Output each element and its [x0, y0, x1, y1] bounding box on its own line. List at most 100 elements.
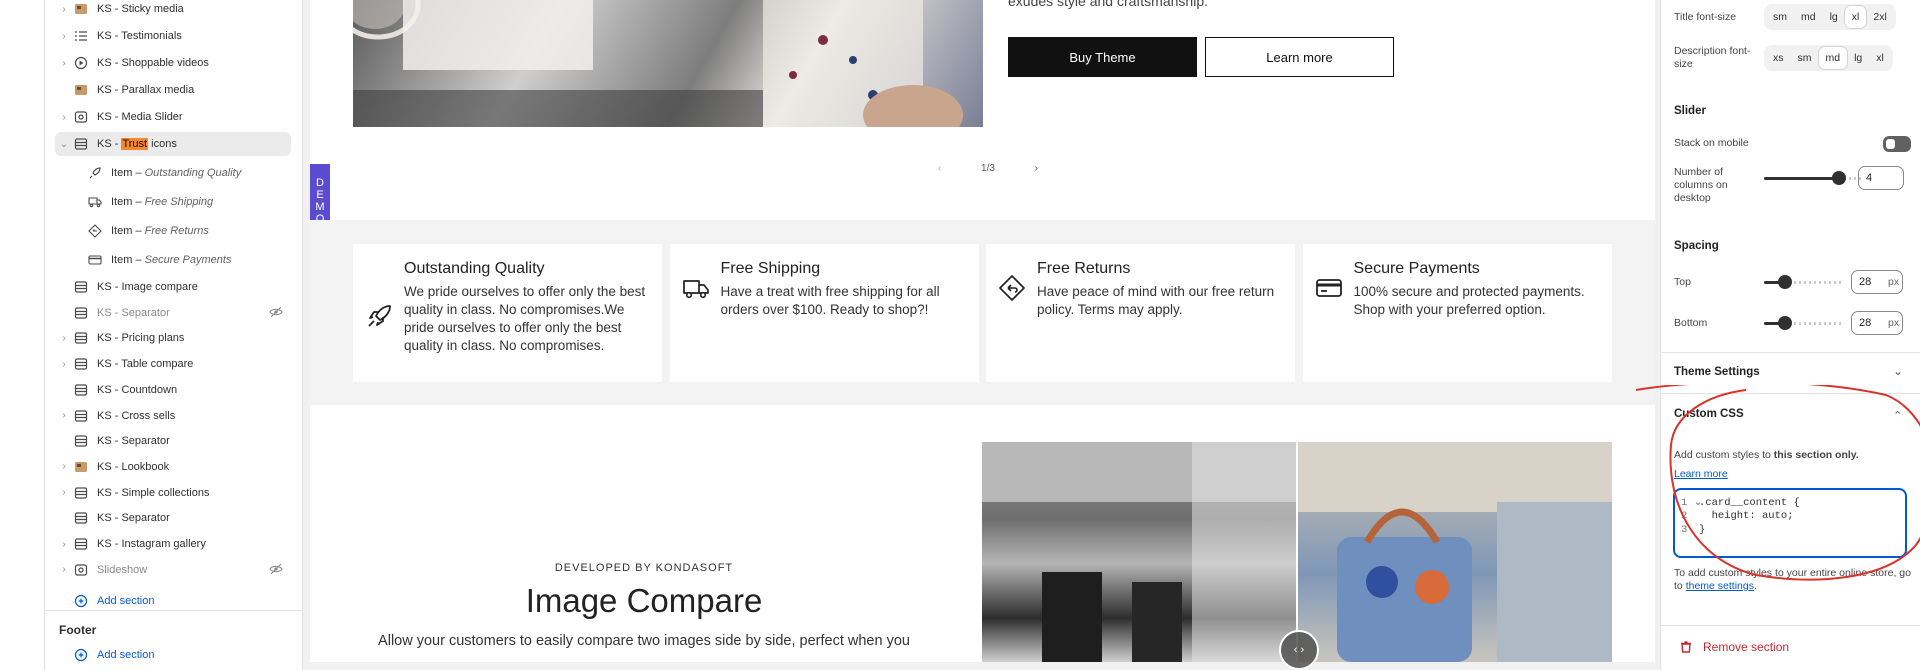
- title-font-size-segmented[interactable]: sm md lg xl 2xl: [1764, 4, 1896, 30]
- font-size-option-2xl[interactable]: 2xl: [1866, 6, 1893, 28]
- learn-more-button[interactable]: Learn more: [1205, 37, 1394, 77]
- prev-arrow-icon[interactable]: ‹: [938, 163, 941, 174]
- chevron-down-icon[interactable]: ⌄: [1893, 364, 1903, 378]
- theme-settings-link[interactable]: theme settings: [1686, 580, 1754, 592]
- font-size-option-sm[interactable]: sm: [1766, 6, 1794, 28]
- bottom-spacing-slider[interactable]: [1764, 316, 1844, 330]
- section-icon: [73, 306, 89, 320]
- columns-input[interactable]: 4: [1858, 166, 1904, 190]
- sidebar-section-item[interactable]: › KS - Testimonials: [55, 24, 291, 48]
- sidebar-section-item[interactable]: KS - Parallax media: [55, 78, 291, 102]
- font-size-option-sm[interactable]: sm: [1791, 47, 1819, 69]
- chevron-right-icon[interactable]: ›: [55, 58, 73, 69]
- sidebar-section-item[interactable]: › KS - Sticky media: [55, 0, 291, 21]
- chevron-right-icon[interactable]: ›: [55, 461, 73, 472]
- stack-on-mobile-label: Stack on mobile: [1674, 137, 1749, 149]
- sidebar-section-item[interactable]: › KS - Media Slider: [55, 105, 291, 129]
- graffiti-wall-shapes: [982, 442, 1297, 662]
- slider-heading: Slider: [1674, 105, 1706, 117]
- trust-card: Outstanding Quality We pride ourselves to…: [353, 244, 662, 382]
- section-label: KS - Cross sells: [97, 409, 176, 422]
- font-size-option-md[interactable]: md: [1818, 47, 1848, 69]
- section-label: KS - Media Slider: [97, 111, 183, 123]
- custom-css-heading[interactable]: Custom CSS: [1674, 408, 1744, 420]
- font-size-option-xl[interactable]: xl: [1869, 47, 1891, 69]
- hidden-eye-icon[interactable]: [269, 563, 283, 575]
- hero-quote: exudes style and craftsmanship.": [1008, 0, 1213, 9]
- add-circle-icon: [73, 594, 89, 608]
- sidebar-block-item[interactable]: Item – Secure Payments: [75, 248, 291, 272]
- sidebar-block-item[interactable]: Item – Free Shipping: [75, 190, 291, 214]
- section-label: KS - Testimonials: [97, 30, 182, 42]
- footer-add-section-label: Add section: [97, 649, 155, 661]
- columns-slider[interactable]: [1764, 171, 1864, 185]
- font-size-option-xl[interactable]: xl: [1844, 6, 1867, 28]
- chevron-right-icon[interactable]: ›: [55, 359, 73, 370]
- font-size-option-md[interactable]: md: [1794, 6, 1823, 28]
- description-font-size-segmented[interactable]: xs sm md lg xl: [1764, 45, 1893, 71]
- sidebar-section-item[interactable]: KS - Countdown: [55, 378, 291, 402]
- section-label: KS - Separator: [97, 435, 170, 448]
- sidebar-section-item[interactable]: › KS - Simple collections: [55, 481, 291, 505]
- sidebar-section-item[interactable]: › KS - Pricing plans: [55, 326, 291, 350]
- section-label: KS - Separator: [97, 306, 170, 319]
- sidebar-section-item[interactable]: › KS - Table compare: [55, 352, 291, 376]
- remove-section-button[interactable]: Remove section: [1679, 640, 1789, 654]
- chevron-right-icon[interactable]: ›: [55, 4, 73, 15]
- hidden-eye-icon[interactable]: [269, 306, 283, 318]
- section-icon: [73, 280, 89, 294]
- code-text-3: }: [1699, 524, 1706, 536]
- chevron-right-icon[interactable]: ›: [55, 31, 73, 42]
- custom-css-editor[interactable]: 1 ⌄.card__content { 2 height: auto; 3}: [1673, 488, 1907, 558]
- font-size-option-xs[interactable]: xs: [1766, 47, 1791, 69]
- sidebar-section-item[interactable]: › KS - Instagram gallery: [55, 532, 291, 556]
- chevron-up-icon[interactable]: ⌃: [1893, 409, 1902, 422]
- image-icon: [73, 460, 89, 474]
- columns-label: Number of columns on desktop: [1674, 166, 1728, 204]
- buy-theme-button[interactable]: Buy Theme: [1008, 37, 1197, 77]
- custom-css-learn-more-link[interactable]: Learn more: [1674, 468, 1728, 481]
- next-arrow-icon[interactable]: ›: [1035, 163, 1038, 174]
- chevron-right-icon[interactable]: ›: [55, 539, 73, 550]
- sidebar-section-item[interactable]: › KS - Cross sells: [55, 404, 291, 428]
- code-line-1: 1 ⌄.card__content {: [1681, 497, 1800, 509]
- section-label: KS - Countdown: [97, 383, 178, 396]
- code-text-1: .card__content {: [1699, 497, 1800, 509]
- compare-drag-handle-icon[interactable]: ‹ ›: [1279, 630, 1319, 670]
- sidebar-section-item[interactable]: KS - Separator: [55, 301, 291, 325]
- card-icon: [87, 253, 103, 267]
- divider: [1661, 393, 1920, 394]
- font-size-option-lg[interactable]: lg: [1823, 6, 1845, 28]
- sidebar-block-item[interactable]: Item – Free Returns: [75, 219, 291, 243]
- sidebar-section-item[interactable]: › KS - Lookbook: [55, 455, 291, 479]
- chevron-right-icon[interactable]: ›: [55, 333, 73, 344]
- font-size-option-lg[interactable]: lg: [1847, 47, 1869, 69]
- section-icon: [73, 137, 89, 151]
- theme-settings-heading[interactable]: Theme Settings: [1674, 366, 1760, 378]
- compare-before-image: [982, 442, 1297, 662]
- chevron-right-icon[interactable]: ›: [55, 487, 73, 498]
- sidebar-block-item[interactable]: Item – Outstanding Quality: [75, 161, 291, 185]
- section-icon: [73, 434, 89, 448]
- footer-add-section-button[interactable]: Add section: [55, 643, 291, 667]
- section-sidebar: › KS - Sticky media › KS - Testimonials › KS …: [45, 0, 303, 670]
- trust-icons-section: Outstanding Quality We pride ourselves to…: [310, 220, 1655, 405]
- top-spacing-unit: px: [1888, 276, 1900, 288]
- sidebar-section-item[interactable]: › KS - Shoppable videos: [55, 51, 291, 75]
- sidebar-section-item[interactable]: KS - Image compare: [55, 275, 291, 299]
- top-spacing-slider[interactable]: [1764, 275, 1844, 289]
- sidebar-section-item[interactable]: KS - Separator: [55, 429, 291, 453]
- compare-divider[interactable]: [1296, 442, 1298, 662]
- sidebar-section-trust-icons[interactable]: ⌄ KS - Trust icons: [55, 132, 291, 156]
- sidebar-section-item[interactable]: › Slideshow: [55, 558, 291, 582]
- chevron-right-icon[interactable]: ›: [55, 410, 73, 421]
- footer-divider: [45, 610, 302, 611]
- chevron-down-icon[interactable]: ⌄: [55, 139, 73, 150]
- sidebar-section-item[interactable]: KS - Separator: [55, 506, 291, 530]
- stack-on-mobile-toggle[interactable]: [1883, 136, 1911, 152]
- divider: [1661, 352, 1920, 353]
- chevron-right-icon[interactable]: ›: [55, 112, 73, 123]
- chevron-right-icon[interactable]: ›: [55, 564, 73, 575]
- compare-after-image: [1297, 442, 1612, 662]
- trust-card-title: Secure Payments: [1353, 260, 1480, 277]
